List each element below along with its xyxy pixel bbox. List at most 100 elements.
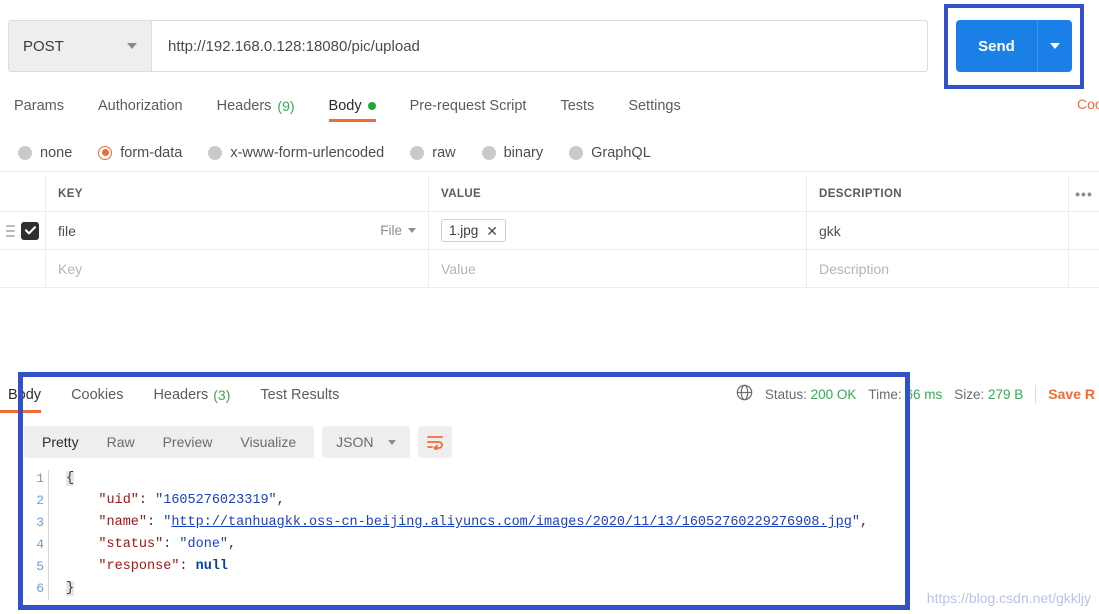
- body-type-x-www-form-urlencoded[interactable]: x-www-form-urlencoded: [208, 145, 384, 161]
- radio-icon: [569, 145, 584, 160]
- chevron-down-icon: [387, 439, 396, 445]
- line-number: 3: [36, 515, 44, 530]
- request-tab-body[interactable]: Body: [328, 88, 376, 122]
- request-tab-count: (9): [277, 98, 295, 114]
- code-token: {: [66, 471, 75, 486]
- request-tab-label: Authorization: [97, 98, 183, 114]
- status-group: Status: 200 OK: [765, 387, 857, 402]
- code-line: 1{: [24, 468, 904, 490]
- row-key-text: file: [58, 222, 76, 239]
- new-key-input[interactable]: Key: [46, 250, 429, 287]
- row-value-cell[interactable]: 1.jpg ✕: [429, 212, 807, 249]
- request-tab-settings[interactable]: Settings: [628, 88, 680, 122]
- response-tab-test-results[interactable]: Test Results: [260, 379, 339, 411]
- response-view-mode-group: Pretty Raw Preview Visualize: [24, 426, 315, 458]
- header-key: KEY: [46, 176, 429, 211]
- response-body-code[interactable]: 1{2 "uid": "1605276023319", 3 "name": "ht…: [24, 468, 904, 606]
- response-view-visualize[interactable]: Visualize: [226, 426, 310, 458]
- line-number: 2: [36, 493, 44, 508]
- code-token: :: [163, 537, 180, 552]
- body-present-dot-icon: [367, 102, 376, 110]
- code-line-text: "status": "done",: [58, 534, 236, 556]
- time-value: 66: [905, 386, 921, 402]
- request-tab-label: Body: [328, 98, 362, 114]
- code-token: "status": [98, 537, 164, 552]
- body-type-graphql[interactable]: GraphQL: [569, 145, 651, 161]
- request-tab-authorization[interactable]: Authorization: [98, 88, 183, 122]
- radio-icon: [98, 145, 113, 160]
- body-type-label: GraphQL: [591, 144, 651, 161]
- request-tab-label: Params: [14, 98, 64, 114]
- code-token: }: [66, 581, 75, 596]
- code-line: 6}: [24, 578, 904, 600]
- response-tab-count: (3): [213, 387, 231, 403]
- request-tab-label: Pre-request Script: [409, 98, 527, 114]
- response-view-raw[interactable]: Raw: [93, 426, 149, 458]
- header-handle-cell: [0, 176, 46, 211]
- watermark: https://blog.csdn.net/gkkljy: [926, 590, 1091, 606]
- request-url-bar: POST http://192.168.0.128:18080/pic/uplo…: [8, 20, 928, 72]
- chevron-down-icon: [1050, 43, 1060, 49]
- body-type-label: raw: [432, 144, 456, 161]
- radio-icon: [18, 145, 32, 160]
- body-type-none[interactable]: none: [18, 145, 72, 161]
- send-button[interactable]: Send: [956, 20, 1038, 72]
- response-format-label: JSON: [336, 434, 374, 450]
- wrap-lines-button[interactable]: [417, 426, 452, 458]
- row-type-dropdown[interactable]: File: [380, 223, 416, 238]
- response-tab-label: Body: [8, 387, 42, 403]
- line-number: 1: [36, 471, 44, 486]
- response-view-pretty[interactable]: Pretty: [28, 426, 93, 458]
- request-tab-params[interactable]: Params: [14, 88, 64, 122]
- selected-file-name: 1.jpg: [449, 223, 479, 238]
- line-number: 6: [36, 581, 44, 596]
- code-token: :: [147, 515, 164, 530]
- code-token[interactable]: http://tanhuagkk.oss-cn-beijing.aliyuncs…: [171, 515, 852, 530]
- table-row: file File 1.jpg ✕ gkk: [0, 212, 1099, 250]
- body-type-radio-group: none form-data x-www-form-urlencoded raw bin…: [0, 134, 1099, 172]
- send-options-button[interactable]: [1038, 20, 1072, 72]
- table-options-button[interactable]: •••: [1069, 176, 1099, 211]
- new-description-input[interactable]: Description: [807, 250, 1069, 287]
- response-tab-cookies[interactable]: Cookies: [71, 379, 123, 411]
- response-status-bar: Status: 200 OK Time: 66 ms Size: 279 B S…: [736, 378, 1095, 410]
- code-token: "response": [98, 559, 180, 574]
- request-url-input[interactable]: http://192.168.0.128:18080/pic/upload: [152, 21, 927, 71]
- request-tab-pre-request-script[interactable]: Pre-request Script: [410, 88, 527, 122]
- row-key-cell[interactable]: file File: [46, 212, 429, 249]
- body-type-label: binary: [503, 144, 544, 161]
- row-handle-cell: [0, 212, 46, 249]
- body-type-binary[interactable]: binary: [481, 144, 544, 161]
- request-tab-label: Settings: [628, 98, 681, 114]
- code-token: "done": [179, 537, 229, 552]
- response-format-dropdown[interactable]: JSON: [322, 426, 410, 458]
- body-type-form-data[interactable]: form-data: [98, 145, 182, 161]
- request-tab-tests[interactable]: Tests: [560, 88, 594, 122]
- new-value-input[interactable]: Value: [429, 250, 807, 287]
- radio-icon: [208, 145, 223, 160]
- http-method-dropdown[interactable]: POST: [9, 21, 152, 71]
- request-tab-headers[interactable]: Headers (9): [217, 88, 295, 122]
- response-view-preview[interactable]: Preview: [149, 426, 227, 458]
- row-enabled-checkbox[interactable]: [21, 221, 39, 240]
- code-token: null: [195, 559, 229, 574]
- status-label: Status:: [764, 386, 807, 402]
- table-header-row: KEY VALUE DESCRIPTION •••: [0, 176, 1099, 212]
- code-token: "1605276023319": [155, 493, 277, 508]
- table-row-empty: Key Value Description: [0, 250, 1099, 288]
- ellipsis-icon: •••: [1075, 185, 1093, 202]
- response-tab-headers[interactable]: Headers (3): [153, 379, 230, 411]
- drag-handle-icon[interactable]: [6, 224, 15, 237]
- cookies-link[interactable]: Cookies: [1077, 96, 1099, 112]
- code-line-text: }: [58, 578, 75, 600]
- row-description-cell[interactable]: gkk: [807, 212, 1069, 249]
- response-tab-label: Cookies: [71, 387, 124, 403]
- response-tab-label: Test Results: [260, 387, 340, 403]
- body-type-raw[interactable]: raw: [410, 144, 456, 161]
- response-tab-body[interactable]: Body: [0, 379, 42, 413]
- globe-icon[interactable]: [736, 384, 753, 404]
- save-response-button[interactable]: Save R: [1048, 386, 1095, 402]
- remove-file-icon[interactable]: ✕: [486, 224, 498, 238]
- radio-icon: [410, 145, 425, 160]
